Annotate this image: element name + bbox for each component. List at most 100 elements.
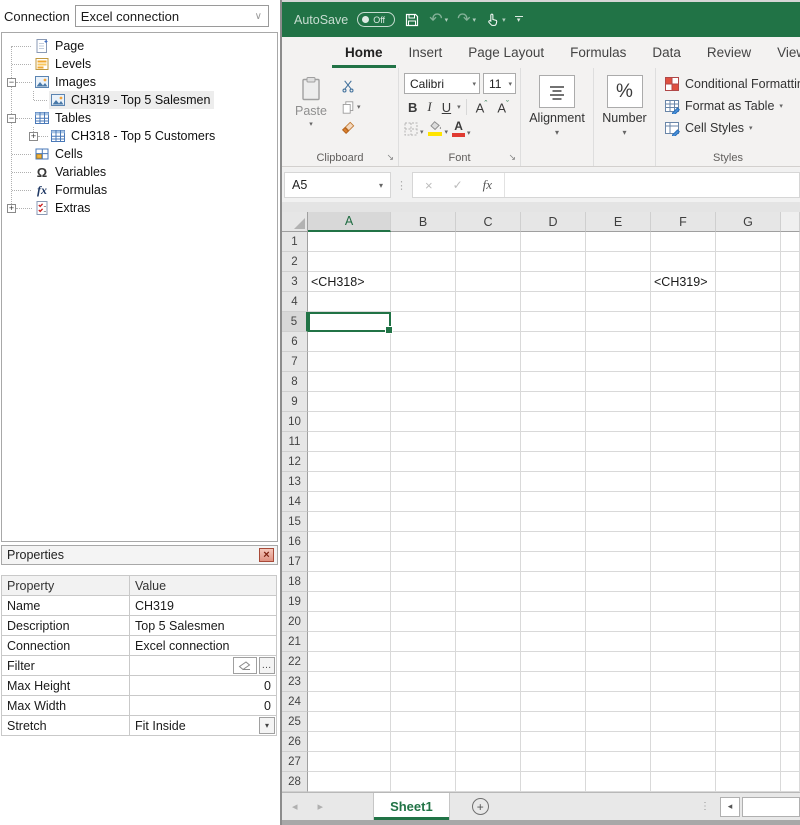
alignment-button[interactable] [539, 75, 575, 108]
cell-D3[interactable] [521, 272, 586, 292]
property-value[interactable]: Fit Inside▾ [130, 716, 277, 736]
cell-C28[interactable] [456, 772, 521, 792]
row-header-13[interactable]: 13 [282, 472, 308, 492]
cell-C19[interactable] [456, 592, 521, 612]
cell-B27[interactable] [391, 752, 456, 772]
column-header-c[interactable]: C [456, 212, 521, 232]
cell-D22[interactable] [521, 652, 586, 672]
cell-partial-17[interactable] [781, 552, 800, 572]
cell-G1[interactable] [716, 232, 781, 252]
next-sheet-arrow[interactable]: ▸ [308, 800, 334, 813]
cell-partial-24[interactable] [781, 692, 800, 712]
cell-G18[interactable] [716, 572, 781, 592]
cell-partial-25[interactable] [781, 712, 800, 732]
chevron-down-icon[interactable]: ▾ [555, 128, 559, 137]
cell-partial-21[interactable] [781, 632, 800, 652]
cell-E19[interactable] [586, 592, 651, 612]
cell-G16[interactable] [716, 532, 781, 552]
row-header-6[interactable]: 6 [282, 332, 308, 352]
tree-item-ch318-top-5-customers[interactable]: CH318 - Top 5 Customers [49, 127, 219, 145]
cell-E11[interactable] [586, 432, 651, 452]
cell-E3[interactable] [586, 272, 651, 292]
cell-F20[interactable] [651, 612, 716, 632]
cell-D2[interactable] [521, 252, 586, 272]
row-header-9[interactable]: 9 [282, 392, 308, 412]
cell-C17[interactable] [456, 552, 521, 572]
cell-F6[interactable] [651, 332, 716, 352]
tree-item-tables[interactable]: Tables [33, 109, 95, 127]
save-button[interactable] [404, 12, 420, 28]
number-format-button[interactable]: % [607, 75, 643, 108]
cell-C25[interactable] [456, 712, 521, 732]
cell-G7[interactable] [716, 352, 781, 372]
ribbon-tab-data[interactable]: Data [639, 37, 694, 68]
customize-quick-access-toolbar-button[interactable]: ▾ [515, 16, 523, 23]
cell-E13[interactable] [586, 472, 651, 492]
cell-partial-13[interactable] [781, 472, 800, 492]
scroll-left-arrow[interactable]: ◂ [720, 797, 740, 817]
cell-E17[interactable] [586, 552, 651, 572]
cell-B26[interactable] [391, 732, 456, 752]
cell-partial-16[interactable] [781, 532, 800, 552]
cell-A18[interactable] [308, 572, 391, 592]
cell-C20[interactable] [456, 612, 521, 632]
font-color-button[interactable]: A ▾ [452, 120, 471, 137]
cell-partial-3[interactable] [781, 272, 800, 292]
cell-G21[interactable] [716, 632, 781, 652]
tree-expander-plus-icon[interactable]: + [7, 204, 16, 213]
cell-partial-23[interactable] [781, 672, 800, 692]
cell-E24[interactable] [586, 692, 651, 712]
cell-F11[interactable] [651, 432, 716, 452]
cell-C12[interactable] [456, 452, 521, 472]
cell-D26[interactable] [521, 732, 586, 752]
cell-D11[interactable] [521, 432, 586, 452]
cell-E20[interactable] [586, 612, 651, 632]
cell-C14[interactable] [456, 492, 521, 512]
cell-G10[interactable] [716, 412, 781, 432]
tree-item-ch319-top-5-salesmen[interactable]: CH319 - Top 5 Salesmen [49, 91, 214, 109]
row-header-24[interactable]: 24 [282, 692, 308, 712]
cell-C11[interactable] [456, 432, 521, 452]
cell-B28[interactable] [391, 772, 456, 792]
cell-C18[interactable] [456, 572, 521, 592]
cell-F3[interactable]: <CH319> [651, 272, 716, 292]
row-header-17[interactable]: 17 [282, 552, 308, 572]
cell-B2[interactable] [391, 252, 456, 272]
cell-partial-12[interactable] [781, 452, 800, 472]
cell-A17[interactable] [308, 552, 391, 572]
cell-E4[interactable] [586, 292, 651, 312]
cell-partial-26[interactable] [781, 732, 800, 752]
cell-E14[interactable] [586, 492, 651, 512]
cell-G2[interactable] [716, 252, 781, 272]
cell-F5[interactable] [651, 312, 716, 332]
dialog-launcher-icon[interactable]: ↘ [386, 152, 394, 163]
cell-partial-18[interactable] [781, 572, 800, 592]
cell-A15[interactable] [308, 512, 391, 532]
cell-B16[interactable] [391, 532, 456, 552]
cell-A10[interactable] [308, 412, 391, 432]
cell-A11[interactable] [308, 432, 391, 452]
cell-F2[interactable] [651, 252, 716, 272]
cell-partial-4[interactable] [781, 292, 800, 312]
copy-button[interactable]: ▾ [341, 98, 361, 116]
cell-G14[interactable] [716, 492, 781, 512]
cell-B11[interactable] [391, 432, 456, 452]
cell-E8[interactable] [586, 372, 651, 392]
cell-G17[interactable] [716, 552, 781, 572]
cell-D14[interactable] [521, 492, 586, 512]
row-header-27[interactable]: 27 [282, 752, 308, 772]
touch-mouse-mode-button[interactable]: ▾ [485, 12, 506, 27]
cell-D16[interactable] [521, 532, 586, 552]
cell-A14[interactable] [308, 492, 391, 512]
dialog-launcher-icon[interactable]: ↘ [508, 152, 516, 163]
row-header-20[interactable]: 20 [282, 612, 308, 632]
property-value[interactable]: … [130, 656, 277, 676]
cell-A12[interactable] [308, 452, 391, 472]
column-header-a[interactable]: A [308, 212, 391, 232]
cell-G9[interactable] [716, 392, 781, 412]
cell-B14[interactable] [391, 492, 456, 512]
cell-B1[interactable] [391, 232, 456, 252]
cell-G6[interactable] [716, 332, 781, 352]
cell-E7[interactable] [586, 352, 651, 372]
cell-A27[interactable] [308, 752, 391, 772]
